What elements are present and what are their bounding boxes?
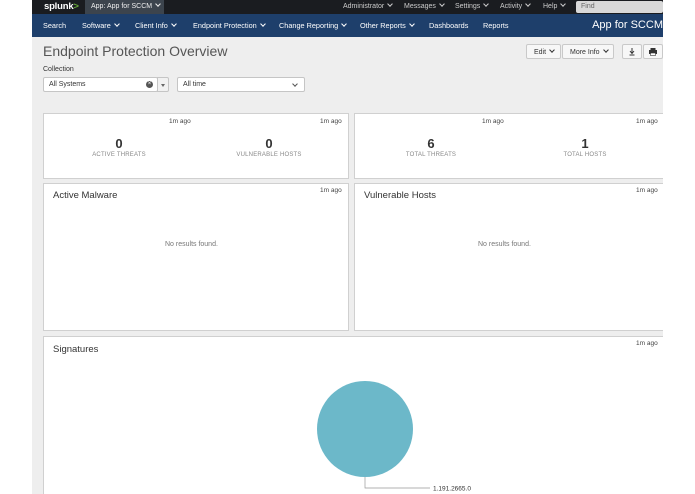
menu-label: Administrator	[343, 3, 385, 10]
app-switcher-label: App: App for SCCM	[91, 3, 153, 10]
chevron-down-icon	[113, 21, 120, 27]
collection-value: All Systems	[49, 81, 86, 88]
signatures-pie-chart: 1.191.2665.0	[317, 381, 471, 493]
signatures-panel: Signatures 1m ago 1.191.2665.0	[43, 336, 663, 494]
refresh-time: 1m ago	[636, 187, 658, 194]
totals-panel: 1m ago 1m ago 6 TOTAL THREATS 1 TOTAL HO…	[354, 113, 663, 179]
menu-administrator[interactable]: Administrator	[343, 0, 394, 14]
menu-messages[interactable]: Messages	[404, 0, 445, 14]
active-threats-label: ACTIVE THREATS	[92, 152, 146, 158]
chevron-down-icon	[408, 21, 415, 27]
print-icon	[649, 48, 657, 56]
total-threats-value[interactable]: 6	[391, 136, 471, 151]
active-threats-value[interactable]: 0	[79, 136, 159, 151]
top-bar: splunk> App: App for SCCM Administrator …	[32, 0, 663, 14]
total-threats-label: TOTAL THREATS	[405, 152, 457, 158]
collection-label: Collection	[43, 66, 74, 73]
chevron-down-icon	[259, 21, 266, 27]
no-results-message: No results found.	[165, 241, 218, 248]
logo-text: splunk	[44, 1, 74, 12]
refresh-time: 1m ago	[169, 118, 191, 125]
active-malware-panel: Active Malware 1m ago No results found.	[43, 183, 349, 331]
vulnerable-hosts-label: VULNERABLE HOSTS	[236, 152, 302, 158]
logo-mark: >	[73, 1, 79, 12]
edit-label: Edit	[534, 49, 547, 56]
nav-label: Reports	[483, 21, 509, 30]
chevron-down-icon	[602, 47, 609, 53]
refresh-time: 1m ago	[320, 187, 342, 194]
app-title: App for SCCM	[592, 19, 663, 31]
pie-leader-line	[364, 477, 430, 489]
vulnerable-hosts-panel: Vulnerable Hosts 1m ago No results found…	[354, 183, 663, 331]
more-info-label: More Info	[570, 49, 600, 56]
export-button[interactable]	[622, 44, 642, 59]
menu-label: Help	[543, 3, 558, 10]
nav-label: Endpoint Protection	[193, 21, 257, 30]
edit-button[interactable]: Edit	[526, 44, 561, 59]
nav-label: Dashboards	[429, 21, 469, 30]
page-title: Endpoint Protection Overview	[43, 43, 228, 59]
nav-other-reports[interactable]: Other Reports	[360, 14, 415, 37]
nav-client-info[interactable]: Client Info	[135, 14, 177, 37]
total-hosts-label: TOTAL HOSTS	[563, 152, 607, 158]
refresh-time: 1m ago	[482, 118, 504, 125]
nav-label: Other Reports	[360, 21, 406, 30]
panel-title: Active Malware	[53, 190, 118, 201]
nav-software[interactable]: Software	[82, 14, 120, 37]
nav-label: Software	[82, 21, 111, 30]
menu-label: Settings	[455, 3, 481, 10]
pie-slice-label: 1.191.2665.0	[433, 486, 471, 493]
app-nav-bar: Search Software Client Info Endpoint Pro…	[32, 14, 663, 37]
menu-label: Activity	[500, 3, 523, 10]
print-button[interactable]	[643, 44, 663, 59]
more-info-button[interactable]: More Info	[562, 44, 614, 59]
app-page: splunk> App: App for SCCM Administrator …	[32, 0, 663, 494]
no-results-message: No results found.	[478, 241, 531, 248]
chevron-down-icon	[155, 1, 161, 7]
total-hosts-value[interactable]: 1	[545, 136, 625, 151]
refresh-time: 1m ago	[320, 118, 342, 125]
nav-label: Search	[43, 21, 67, 30]
nav-dashboards[interactable]: Dashboards	[429, 14, 468, 37]
chevron-down-icon	[483, 1, 490, 7]
app-switcher-button[interactable]: App: App for SCCM	[85, 0, 164, 14]
menu-settings[interactable]: Settings	[455, 0, 490, 14]
caret-down-icon	[161, 84, 165, 87]
menu-help[interactable]: Help	[543, 0, 567, 14]
menu-activity[interactable]: Activity	[500, 0, 532, 14]
collection-select[interactable]: All Systems ×	[43, 77, 158, 92]
time-range-value: All time	[183, 81, 206, 88]
threats-panel: 1m ago 1m ago 0 ACTIVE THREATS 0 VULNERA…	[43, 113, 349, 179]
find-placeholder: Find	[581, 3, 595, 10]
clear-icon[interactable]: ×	[146, 81, 153, 88]
chevron-down-icon	[387, 1, 394, 7]
pie-slice[interactable]	[317, 381, 413, 477]
panel-title: Vulnerable Hosts	[364, 190, 436, 201]
nav-label: Change Reporting	[279, 21, 339, 30]
menu-label: Messages	[404, 3, 436, 10]
chevron-down-icon	[525, 1, 532, 7]
nav-reports[interactable]: Reports	[483, 14, 509, 37]
chevron-down-icon	[292, 81, 298, 87]
find-input[interactable]: Find	[576, 1, 663, 13]
chevron-down-icon	[560, 1, 567, 7]
vulnerable-hosts-value[interactable]: 0	[229, 136, 309, 151]
download-icon	[629, 48, 635, 56]
panel-title: Signatures	[53, 344, 99, 355]
refresh-time: 1m ago	[636, 118, 658, 125]
collection-dropdown-toggle[interactable]	[157, 77, 169, 92]
splunk-logo[interactable]: splunk>	[44, 1, 79, 12]
nav-label: Client Info	[135, 21, 168, 30]
chevron-down-icon	[171, 21, 177, 27]
nav-change-reporting[interactable]: Change Reporting	[279, 14, 348, 37]
chevron-down-icon	[549, 47, 555, 53]
refresh-time: 1m ago	[636, 340, 658, 347]
nav-endpoint-protection[interactable]: Endpoint Protection	[193, 14, 266, 37]
chevron-down-icon	[341, 21, 348, 27]
time-range-picker[interactable]: All time	[177, 77, 305, 92]
nav-search[interactable]: Search	[43, 14, 66, 37]
chevron-down-icon	[439, 1, 445, 7]
